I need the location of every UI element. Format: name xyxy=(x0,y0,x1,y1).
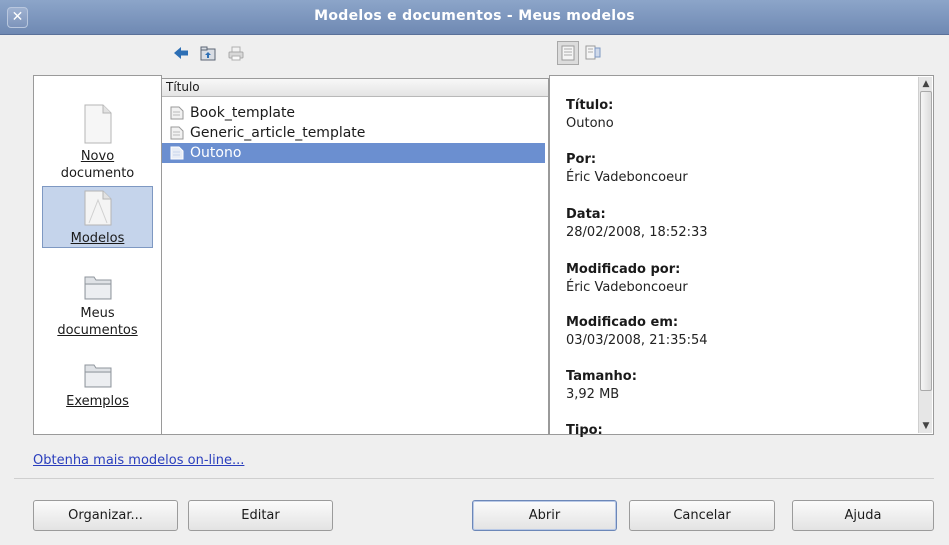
scroll-thumb[interactable] xyxy=(920,91,932,391)
edit-button[interactable]: Editar xyxy=(188,500,333,531)
detail-size-value: 3,92 MB xyxy=(566,387,620,402)
detail-date-value: 28/02/2008, 18:52:33 xyxy=(566,225,708,240)
back-arrow-icon[interactable] xyxy=(171,43,191,63)
title-bar: ✕ Modelos e documentos - Meus modelos xyxy=(0,0,949,35)
up-folder-icon[interactable] xyxy=(198,43,218,63)
organize-button[interactable]: Organizar... xyxy=(33,500,178,531)
template-file-icon xyxy=(170,106,184,120)
detail-author-label: Por: xyxy=(566,152,597,167)
sidebar-item-my-documents[interactable]: Meus documentos xyxy=(42,273,153,339)
list-item-label: Generic_article_template xyxy=(190,125,366,141)
detail-author-value: Éric Vadeboncoeur xyxy=(566,170,688,185)
document-properties-icon[interactable] xyxy=(583,43,603,63)
scroll-up-icon[interactable]: ▲ xyxy=(920,78,932,90)
list-item-label: Outono xyxy=(190,145,242,161)
details-panel: Título: Outono Por: Éric Vadeboncoeur Da… xyxy=(549,75,934,438)
detail-size-label: Tamanho: xyxy=(566,369,637,384)
list-item[interactable]: Generic_article_template xyxy=(162,123,545,143)
sidebar-item-new-document[interactable]: Novo documento xyxy=(42,104,153,182)
detail-title-value: Outono xyxy=(566,116,614,131)
sidebar-item-label: Novo xyxy=(80,149,115,164)
sidebar-item-templates[interactable]: Modelos xyxy=(42,186,153,248)
template-file-icon xyxy=(170,126,184,140)
folder-icon xyxy=(84,276,111,300)
list-item-label: Book_template xyxy=(190,105,296,121)
new-document-icon xyxy=(84,104,111,144)
detail-modified-on-label: Modificado em: xyxy=(566,315,679,330)
template-file-icon xyxy=(170,146,184,160)
list-item-selected[interactable]: Outono xyxy=(162,143,545,163)
detail-modified-by-label: Modificado por: xyxy=(566,262,681,277)
list-item[interactable]: Book_template xyxy=(162,103,545,123)
separator xyxy=(14,478,934,479)
category-panel: Novo documento Modelos Meus documentos E… xyxy=(33,75,162,435)
detail-title-label: Título: xyxy=(566,98,614,113)
open-button[interactable]: Abrir xyxy=(472,500,617,531)
column-header-title[interactable]: Título xyxy=(162,79,548,97)
document-preview-icon[interactable] xyxy=(557,41,579,65)
sidebar-item-examples[interactable]: Exemplos xyxy=(42,361,153,410)
detail-modified-on-value: 03/03/2008, 21:35:54 xyxy=(566,333,708,348)
print-icon[interactable] xyxy=(226,43,246,63)
sidebar-item-label: documento xyxy=(60,166,135,181)
detail-date-label: Data: xyxy=(566,207,606,222)
templates-icon xyxy=(84,190,111,226)
help-button[interactable]: Ajuda xyxy=(792,500,934,531)
window-title: Modelos e documentos - Meus modelos xyxy=(314,8,635,24)
sidebar-item-label: documentos xyxy=(57,323,138,338)
sidebar-item-label: Modelos xyxy=(70,231,125,246)
sidebar-item-label: Exemplos xyxy=(66,394,129,409)
scroll-down-icon[interactable]: ▼ xyxy=(920,420,932,432)
template-list: Título Book_template Generic_article_tem… xyxy=(162,78,549,435)
cancel-button[interactable]: Cancelar xyxy=(629,500,775,531)
details-scrollbar[interactable]: ▲ ▼ xyxy=(918,77,932,433)
detail-modified-by-value: Éric Vadeboncoeur xyxy=(566,280,688,295)
folder-icon xyxy=(84,364,111,388)
detail-type-label: Tipo: xyxy=(566,423,603,438)
get-more-templates-link[interactable]: Obtenha mais modelos on-line... xyxy=(33,453,244,468)
sidebar-item-label: Meus xyxy=(80,306,115,321)
